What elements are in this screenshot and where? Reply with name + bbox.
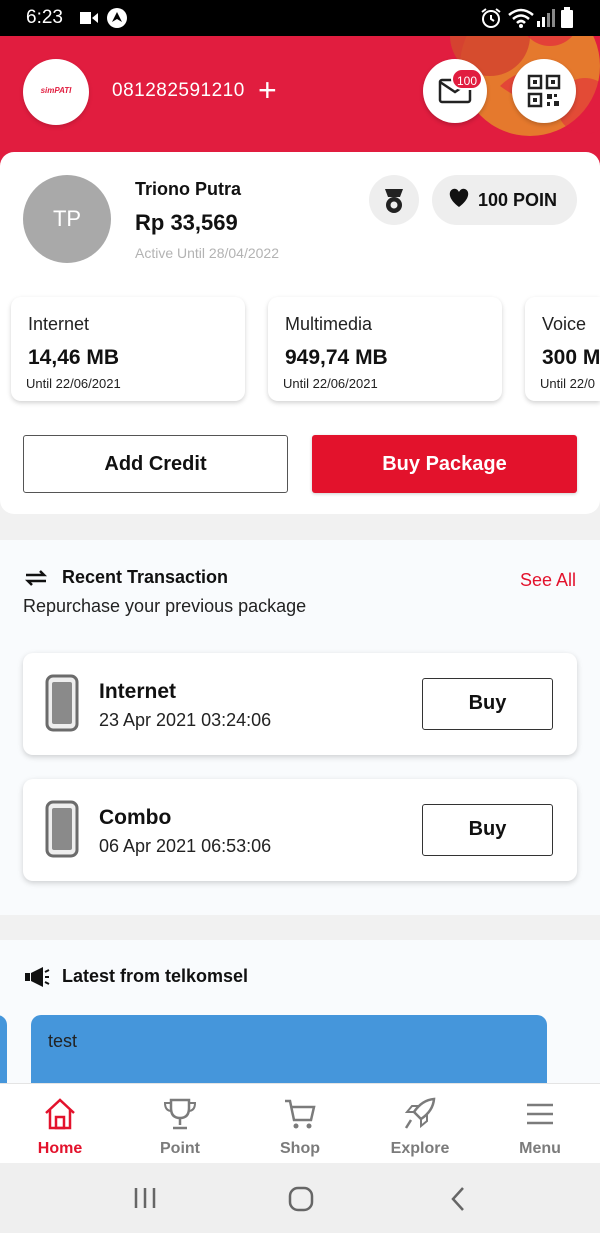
qr-code-button[interactable] [512,59,576,123]
quota-title: Internet [28,314,90,334]
quota-title: Voice [542,314,587,334]
nav-label: Menu [519,1140,561,1157]
add-number-button[interactable]: + [258,72,277,108]
user-name: Triono Putra [135,179,242,199]
transaction-date: 23 Apr 2021 03:24:06 [99,710,272,730]
nav-label: Shop [280,1140,320,1157]
quota-until: Until 22/06/2021 [283,376,378,391]
quota-card-internet[interactable]: Internet 14,46 MB Until 22/06/2021 [11,297,245,401]
system-navigation-bar [0,1163,600,1233]
quota-until: Until 22/06/2021 [26,376,121,391]
balance: Rp 33,569 [135,210,238,235]
buy-button[interactable]: Buy [422,678,553,730]
quota-value: 300 M [542,346,600,369]
smartphone-icon [45,800,79,858]
nav-home[interactable]: Home [0,1084,120,1164]
home-circle-icon[interactable] [287,1185,315,1213]
quota-until: Until 22/0 [540,376,595,391]
battery-icon [561,7,573,28]
quota-value: 949,74 MB [285,346,388,369]
swap-arrows-icon [24,570,48,586]
latest-title: Latest from telkomsel [62,966,249,986]
video-record-icon [80,12,98,24]
notification-badge: 100 [451,68,484,90]
quota-value: 14,46 MB [28,346,120,369]
screen: 6:23 simPATI 081282591210 + 100 TP Trion… [0,0,600,1233]
signal-icon [537,9,555,27]
rocket-icon [404,1097,436,1129]
recent-apps-icon[interactable] [132,1185,158,1211]
loyalty-badge-button[interactable] [369,175,419,225]
transaction-card: Internet 23 Apr 2021 03:24:06 Buy [23,653,577,755]
nav-label: Point [160,1140,200,1157]
hamburger-icon [527,1103,553,1125]
alarm-icon [481,8,501,28]
recent-transaction-title: Recent Transaction [62,567,229,587]
buy-package-button[interactable]: Buy Package [312,435,577,493]
navigation-app-icon [107,8,127,28]
bottom-navigation: Home Point Shop Explore Menu [0,1083,600,1163]
transaction-date: 06 Apr 2021 06:53:06 [99,836,272,856]
see-all-link[interactable]: See All [520,570,576,591]
transaction-name: Combo [99,806,172,829]
back-icon[interactable] [447,1185,471,1213]
wifi-icon [508,8,534,28]
poin-label: 100 POIN [478,190,558,210]
nav-point[interactable]: Point [120,1084,240,1164]
nav-explore[interactable]: Explore [360,1084,480,1164]
qr-code-icon [527,74,561,108]
transaction-card: Combo 06 Apr 2021 06:53:06 Buy [23,779,577,881]
recent-transaction-subtitle: Repurchase your previous package [23,596,307,616]
poin-button[interactable]: 100 POIN [432,175,577,225]
status-bar: 6:23 [0,0,600,36]
buy-button[interactable]: Buy [422,804,553,856]
nav-label: Home [37,1140,83,1157]
simpati-logo: simPATI [23,59,89,125]
quota-card-voice[interactable]: Voice 300 M Until 22/0 [525,297,600,401]
nav-shop[interactable]: Shop [240,1084,360,1164]
transaction-name: Internet [99,680,177,703]
cart-icon [285,1099,316,1129]
medal-icon [385,189,403,213]
quota-title: Multimedia [285,314,373,334]
promo-text: test [48,1031,78,1051]
nav-label: Explore [390,1140,450,1157]
add-credit-button[interactable]: Add Credit [23,435,288,493]
megaphone-icon [25,967,50,987]
quota-card-multimedia[interactable]: Multimedia 949,74 MB Until 22/06/2021 [268,297,502,401]
phone-number: 081282591210 [112,80,245,101]
active-until: Active Until 28/04/2022 [135,245,279,261]
home-icon [45,1098,75,1130]
nav-menu[interactable]: Menu [480,1084,600,1164]
avatar[interactable]: TP [23,175,111,263]
status-time: 6:23 [26,7,63,28]
trophy-icon [163,1098,197,1130]
smartphone-icon [45,674,79,732]
